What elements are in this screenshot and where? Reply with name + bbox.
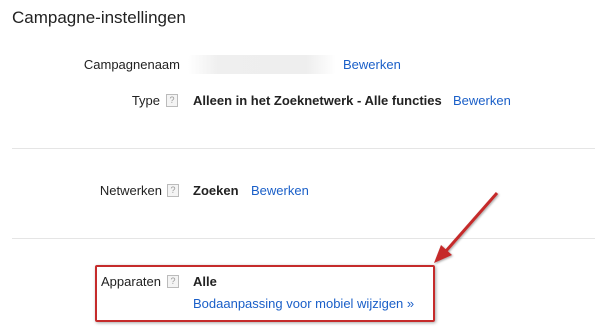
arrow-icon <box>434 192 499 263</box>
